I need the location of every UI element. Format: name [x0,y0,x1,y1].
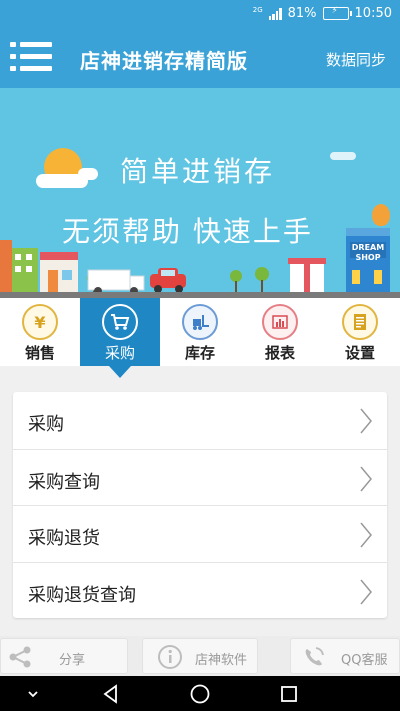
tab-label: 设置 [344,344,375,362]
list-item-label: 采购退货查询 [28,584,136,606]
cloud-icon [330,152,356,160]
bar-chart-icon [262,304,298,340]
signal-icon [268,7,282,20]
list-item-purchase-return[interactable]: 采购退货 [13,505,387,562]
info-icon [158,645,182,669]
list-item-purchase-return-query[interactable]: 采购退货查询 [13,561,387,619]
shop-sign: DREAM SHOP [350,243,386,263]
tab-sales[interactable]: ¥ 销售 [0,298,80,366]
tab-reports[interactable]: 报表 [240,298,320,366]
qq-service-button[interactable]: QQ客服 [290,638,400,674]
network-type: 2G [252,5,263,14]
navigation-bar [0,676,400,711]
home-icon[interactable] [189,683,211,705]
tab-settings[interactable]: 设置 [320,298,400,366]
shop-sign-line1: DREAM [351,243,385,252]
qq-service-label: QQ客服 [341,653,388,668]
yen-icon: ¥ [22,304,58,340]
app-bar: 店神进销存精简版 数据同步 [0,28,400,88]
tab-inventory[interactable]: 库存 [160,298,240,366]
tab-label: 报表 [264,344,295,362]
share-label: 分享 [59,653,86,668]
battery-percent: 81% [287,6,317,21]
battery-icon: ⚡ [322,6,352,20]
list-item-purchase[interactable]: 采购 [13,392,387,449]
tab-label: 销售 [24,344,55,362]
phone-icon [305,647,324,666]
clock: 10:50 [354,6,392,21]
shopping-cart-icon [102,304,138,340]
recent-apps-icon[interactable] [278,683,300,705]
banner-title: 简单进销存 [120,155,276,188]
tab-label: 采购 [104,344,135,362]
sync-button[interactable]: 数据同步 [326,49,386,70]
chevron-right-icon [360,408,372,434]
list-item-label: 采购 [28,414,64,435]
purchase-menu-list: 采购 采购查询 采购退货 采购退货查询 [13,392,387,618]
shop-sign-line2: SHOP [355,253,381,262]
menu-icon[interactable] [10,40,52,74]
software-button[interactable]: 店神软件 [142,638,258,674]
status-bar: 2G 81% ⚡ 10:50 [0,0,400,28]
software-label: 店神软件 [195,653,248,668]
bottom-toolbar: 分享 店神软件 QQ客服 [0,636,400,676]
tab-purchase[interactable]: 采购 [80,298,160,378]
banner: 简单进销存 无须帮助 快速上手 DREAM SHOP [0,88,400,298]
chevron-down-icon[interactable] [22,683,44,705]
chevron-right-icon [360,522,372,548]
back-icon[interactable] [100,683,122,705]
list-item-purchase-query[interactable]: 采购查询 [13,448,387,506]
city-illustration [0,228,390,295]
cloud-icon [78,168,98,180]
list-item-label: 采购退货 [28,528,100,549]
app-title: 店神进销存精简版 [80,49,248,73]
category-tabs: ¥ 销售 采购 库存 报表 设置 [0,298,400,378]
document-icon [342,304,378,340]
chevron-right-icon [360,579,372,604]
share-icon [9,646,31,668]
forklift-icon [182,304,218,340]
share-button[interactable]: 分享 [0,638,128,674]
tab-label: 库存 [184,344,215,362]
chevron-right-icon [360,466,372,491]
list-item-label: 采购查询 [28,471,100,493]
